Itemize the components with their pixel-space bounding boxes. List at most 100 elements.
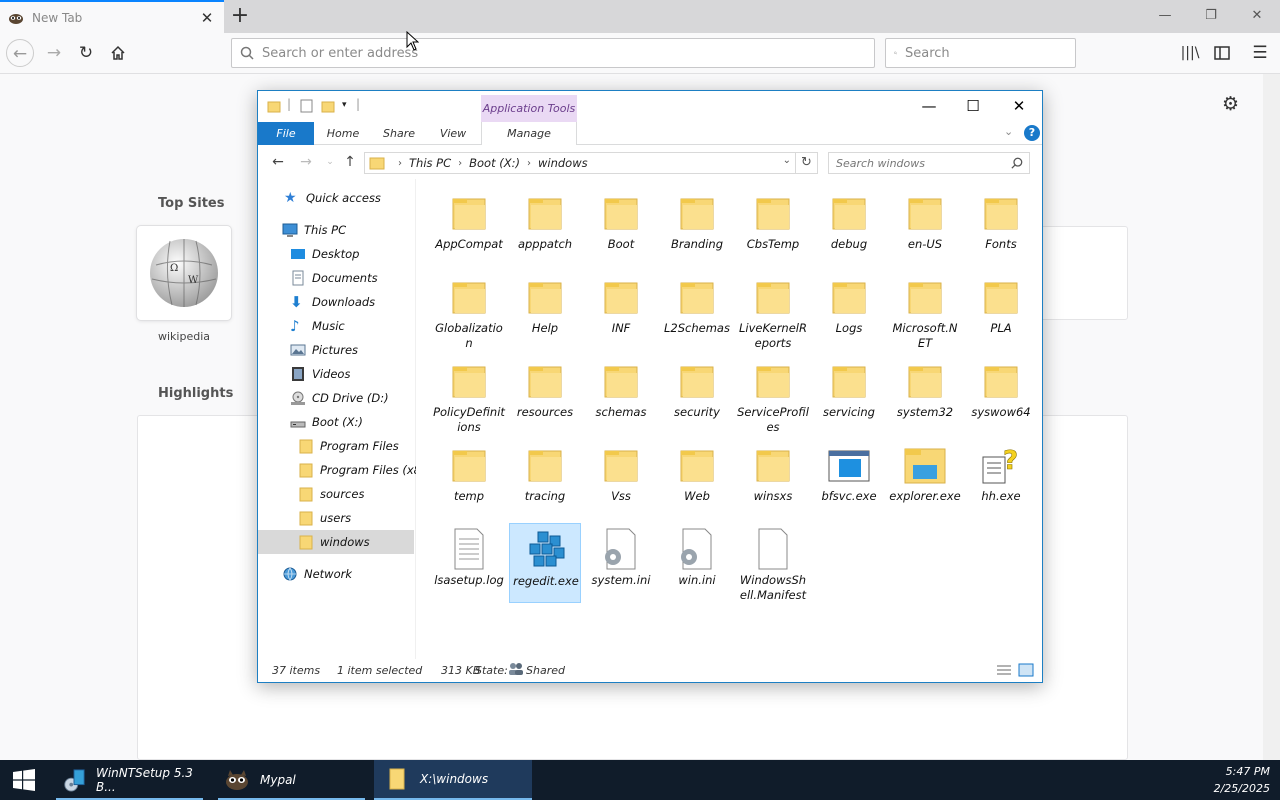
tab-close-icon[interactable]: ✕ [198, 9, 216, 27]
file-item[interactable]: apppatch [509, 187, 581, 267]
file-item[interactable]: debug [813, 187, 885, 267]
file-item[interactable]: Branding [661, 187, 733, 267]
url-bar[interactable] [231, 38, 875, 68]
file-item[interactable]: WindowsShell.Manifest [737, 523, 809, 603]
file-item[interactable]: Logs [813, 271, 885, 351]
file-item[interactable]: system32 [889, 355, 961, 435]
ribbon-tab-share[interactable]: Share [374, 122, 424, 145]
nav-sources[interactable]: sources [298, 483, 364, 505]
forward-arrow-icon[interactable]: → [296, 152, 316, 172]
forward-button[interactable]: → [40, 39, 68, 67]
properties-icon[interactable] [300, 99, 313, 113]
ribbon-tab-view[interactable]: View [428, 122, 478, 145]
file-item[interactable]: LiveKernelReports [737, 271, 809, 351]
file-item[interactable]: Boot [585, 187, 657, 267]
expand-ribbon-icon[interactable]: ⌄ [1004, 125, 1013, 138]
reload-button[interactable]: ↻ [72, 39, 100, 67]
explorer-minimize-button[interactable]: — [906, 91, 952, 121]
file-item[interactable]: INF [585, 271, 657, 351]
nav-cd-drive[interactable]: CD Drive (D:) [290, 387, 389, 409]
refresh-button[interactable]: ↻ [796, 152, 818, 174]
explorer-title-bar[interactable]: | ▾ | Application Tools — ☐ ✕ [258, 91, 1042, 122]
nav-program-files-x86[interactable]: Program Files (x86 [298, 459, 416, 481]
breadcrumb-boot[interactable]: Boot (X:) [469, 156, 520, 170]
back-arrow-icon[interactable]: ← [268, 152, 288, 172]
file-item[interactable]: syswow64 [965, 355, 1037, 435]
file-item[interactable]: schemas [585, 355, 657, 435]
file-item[interactable]: L2Schemas [661, 271, 733, 351]
help-icon[interactable]: ? [1024, 125, 1040, 141]
nav-this-pc[interactable]: This PC [282, 219, 346, 241]
folder-search-box[interactable] [828, 152, 1030, 174]
url-input[interactable] [262, 45, 874, 61]
breadcrumb-this-pc[interactable]: This PC [409, 156, 451, 170]
file-item[interactable]: security [661, 355, 733, 435]
folder-search-input[interactable] [836, 156, 1011, 170]
file-item[interactable]: Globalization [433, 271, 505, 351]
ribbon-tab-file[interactable]: File [258, 122, 314, 145]
nav-videos[interactable]: Videos [290, 363, 350, 385]
settings-gear-icon[interactable]: ⚙ [1222, 93, 1239, 115]
file-item[interactable]: winsxs [737, 439, 809, 519]
file-item[interactable]: temp [433, 439, 505, 519]
file-item[interactable]: PLA [965, 271, 1037, 351]
file-item[interactable]: Vss [585, 439, 657, 519]
file-item[interactable]: AppCompat [433, 187, 505, 267]
nav-desktop[interactable]: Desktop [290, 243, 359, 265]
browser-tab[interactable]: New Tab ✕ [0, 0, 224, 33]
restore-icon[interactable]: ❐ [1188, 0, 1234, 33]
taskbar-item-mypal[interactable]: Mypal [214, 760, 369, 800]
file-item[interactable]: regedit.exe [509, 523, 581, 603]
file-item[interactable]: bfsvc.exe [813, 439, 885, 519]
nav-downloads[interactable]: ⬇ Downloads [290, 291, 375, 313]
file-item[interactable]: en-US [889, 187, 961, 267]
file-item[interactable]: explorer.exe [889, 439, 961, 519]
new-folder-icon[interactable] [321, 99, 335, 113]
file-item[interactable]: lsasetup.log [433, 523, 505, 603]
library-icon[interactable]: |||\ [1176, 39, 1204, 67]
back-button[interactable]: ← [6, 39, 34, 67]
ribbon-tab-home[interactable]: Home [318, 122, 368, 145]
search-input[interactable] [905, 45, 1075, 61]
file-item[interactable]: Web [661, 439, 733, 519]
large-icons-view-icon[interactable] [1018, 663, 1034, 680]
sidebar-icon[interactable] [1208, 39, 1236, 67]
nav-windows[interactable]: windows [258, 530, 414, 554]
file-item[interactable]: CbsTemp [737, 187, 809, 267]
top-site-tile[interactable]: Ω W [137, 226, 231, 320]
file-item[interactable]: servicing [813, 355, 885, 435]
file-item[interactable]: win.ini [661, 523, 733, 603]
system-clock[interactable]: 5:47 PM 2/25/2025 [1214, 763, 1270, 797]
ribbon-tab-manage[interactable]: Manage [481, 122, 577, 145]
explorer-close-button[interactable]: ✕ [996, 91, 1042, 121]
nav-users[interactable]: users [298, 507, 351, 529]
nav-music[interactable]: ♪ Music [290, 315, 345, 337]
nav-program-files[interactable]: Program Files [298, 435, 399, 457]
home-button[interactable] [104, 39, 132, 67]
qat-dropdown-icon[interactable]: ▾ [342, 100, 347, 110]
search-bar[interactable] [885, 38, 1076, 68]
taskbar-item-explorer[interactable]: X:\windows [374, 760, 532, 800]
taskbar-item-winntsetup[interactable]: WinNTSetup 5.3 B... [52, 760, 207, 800]
page-scrollbar[interactable] [1263, 74, 1280, 760]
address-dropdown-icon[interactable]: ⌄ [783, 155, 791, 166]
file-item[interactable]: ? hh.exe [965, 439, 1037, 519]
new-tab-button[interactable]: + [226, 3, 254, 31]
explorer-maximize-button[interactable]: ☐ [950, 91, 996, 121]
file-item[interactable]: system.ini [585, 523, 657, 603]
file-item[interactable]: resources [509, 355, 581, 435]
recent-locations-icon[interactable]: ⌄ [320, 152, 340, 172]
nav-network[interactable]: Network [282, 563, 352, 585]
close-icon[interactable]: ✕ [1234, 0, 1280, 33]
minimize-icon[interactable]: — [1142, 0, 1188, 33]
up-arrow-icon[interactable]: ↑ [340, 152, 360, 172]
file-item[interactable]: Fonts [965, 187, 1037, 267]
details-view-icon[interactable] [996, 663, 1012, 680]
nav-documents[interactable]: Documents [290, 267, 378, 289]
menu-icon[interactable]: ☰ [1246, 39, 1274, 67]
start-button[interactable] [0, 760, 48, 800]
nav-pictures[interactable]: Pictures [290, 339, 358, 361]
nav-quick-access[interactable]: ★ Quick access [284, 187, 381, 209]
file-item[interactable]: tracing [509, 439, 581, 519]
address-bar[interactable]: › This PC › Boot (X:) › windows ⌄ [364, 152, 796, 174]
